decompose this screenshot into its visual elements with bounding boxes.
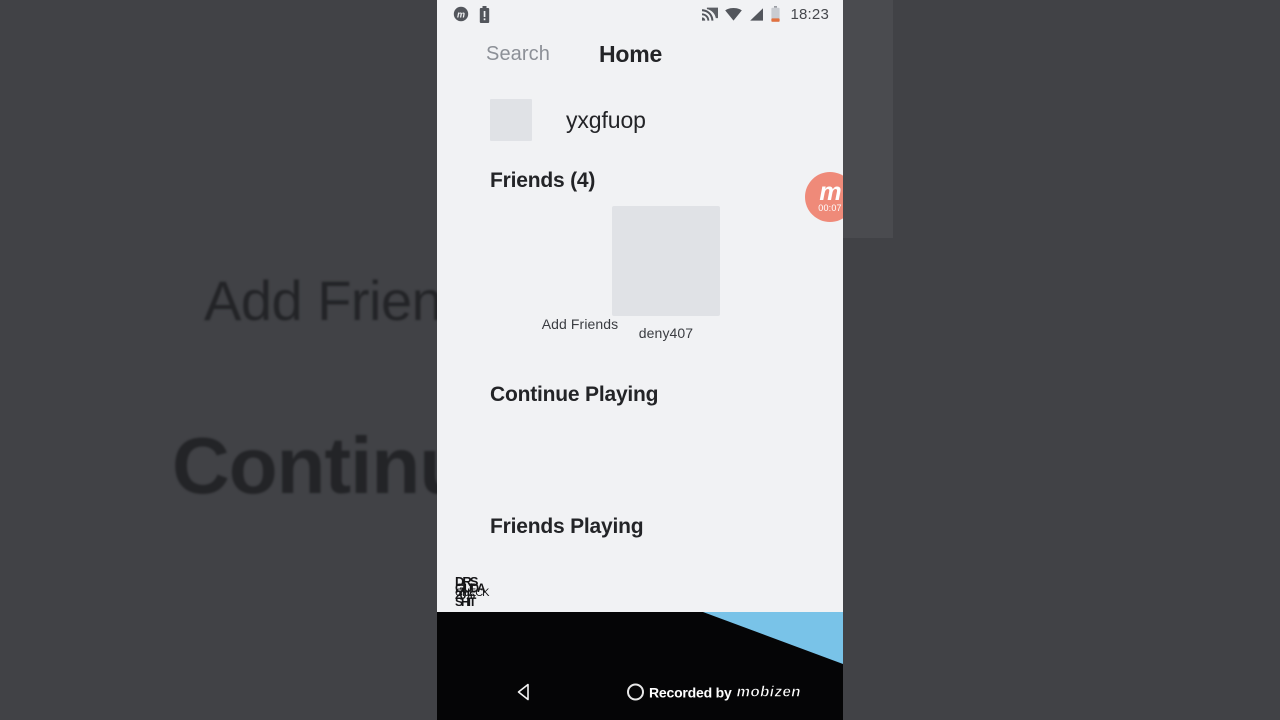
watermark-ring-icon — [627, 683, 644, 701]
watermark-text: Recorded by — [649, 684, 732, 700]
back-button[interactable] — [510, 678, 538, 706]
cast-icon — [701, 7, 719, 22]
friend-name-label: deny407 — [638, 325, 694, 341]
status-bar-right-icons: 18:23 — [701, 6, 829, 23]
android-nav-bar: Recorded by mobizen — [437, 664, 843, 720]
avatar — [490, 99, 532, 141]
wifi-icon — [725, 7, 743, 21]
glitched-game-text: DRS GIUDA CHECK 20% SHIT — [455, 575, 575, 614]
friends-section-heading: Friends (4) — [490, 169, 596, 192]
phone-screen: m 18:23 Search Home yxgfuop Friends (4) … — [437, 0, 843, 720]
mobizen-widget-logo: m — [819, 177, 841, 206]
cellular-signal-icon — [749, 7, 764, 21]
glitch-line-5: SHIT — [455, 595, 476, 609]
mobizen-status-icon: m — [453, 6, 469, 22]
continue-playing-heading: Continue Playing — [490, 383, 659, 406]
bottom-black-area: Recorded by mobizen — [437, 612, 843, 720]
recording-timer: 00:07 — [818, 202, 842, 213]
backdrop-text-continue: Continu — [172, 421, 468, 510]
svg-text:m: m — [457, 10, 465, 20]
user-row[interactable]: yxgfuop — [437, 80, 843, 141]
user-name: yxgfuop — [566, 106, 646, 133]
status-bar-clock: 18:23 — [790, 5, 829, 23]
battery-alert-icon — [479, 5, 490, 23]
mobizen-watermark: Recorded by mobizen — [627, 683, 801, 701]
friend-tile-deny407[interactable]: deny407 — [612, 206, 720, 341]
friends-playing-heading: Friends Playing — [490, 515, 644, 538]
page-title: Home — [598, 40, 663, 67]
status-bar: m 18:23 — [437, 0, 843, 28]
friends-strip[interactable]: Add Friends deny407 — [437, 206, 843, 341]
status-bar-left-icons: m — [453, 5, 490, 23]
watermark-logo: mobizen — [736, 683, 801, 701]
friend-avatar-placeholder — [612, 206, 720, 316]
battery-low-icon — [771, 6, 781, 22]
backdrop-panel — [843, 0, 893, 238]
blue-wedge-decoration — [703, 612, 843, 664]
app-bar: Search Home — [437, 28, 843, 80]
search-link[interactable]: Search — [486, 43, 550, 66]
